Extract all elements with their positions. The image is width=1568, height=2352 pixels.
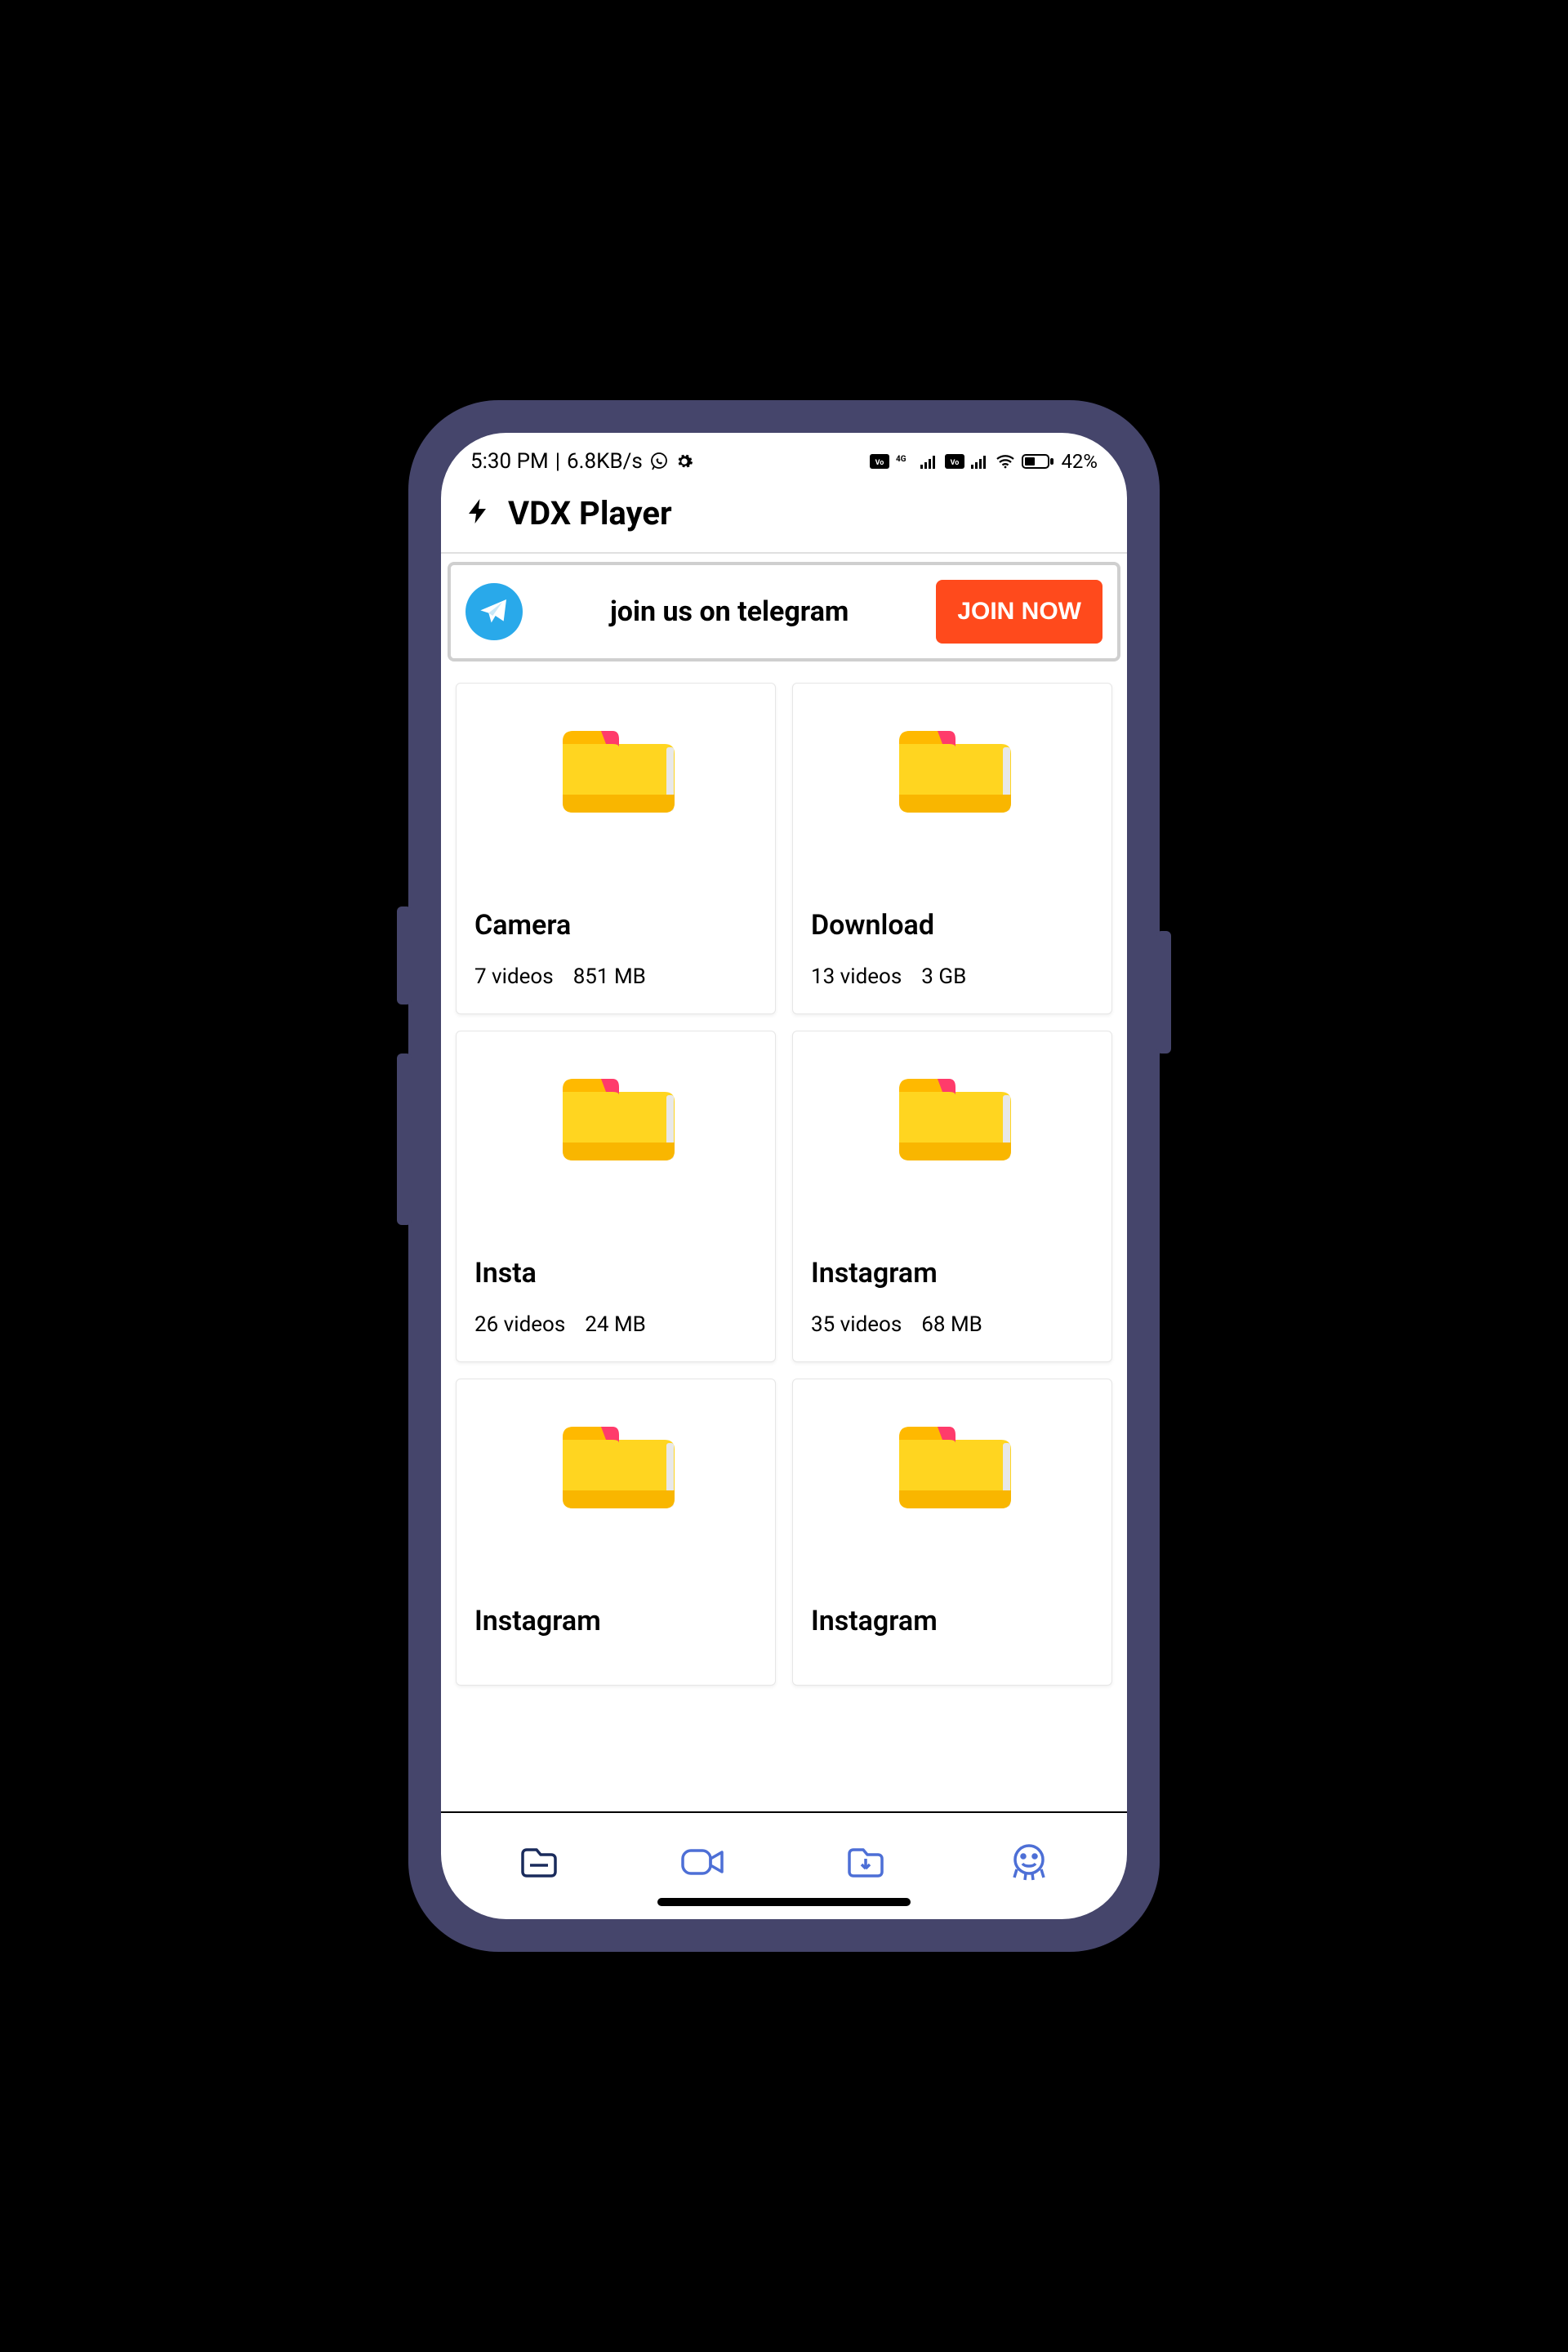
side-button [397, 906, 412, 1004]
nav-settings[interactable] [1004, 1838, 1054, 1886]
folder-video-count: 26 videos [474, 1312, 565, 1337]
battery-percent: 42% [1061, 450, 1098, 473]
wifi-icon [996, 454, 1015, 469]
folder-icon [811, 708, 1094, 909]
status-bar: 5:30 PM | 6.8KB/s Vo [441, 433, 1127, 479]
status-right: Vo 4G Vo 42 [870, 450, 1098, 473]
telegram-icon [466, 583, 523, 640]
folder-card-instagram[interactable]: Instagram 35 videos 68 MB [792, 1031, 1112, 1362]
volte-icon: Vo [945, 454, 964, 469]
status-net-speed: 6.8KB/s [567, 449, 643, 474]
phone-frame: 5:30 PM | 6.8KB/s Vo [408, 400, 1160, 1952]
screen: 5:30 PM | 6.8KB/s Vo [441, 433, 1127, 1919]
nav-videos[interactable] [678, 1838, 727, 1886]
folder-meta: 35 videos 68 MB [811, 1312, 1094, 1337]
whatsapp-icon [649, 452, 669, 471]
folder-name: Download [811, 909, 1094, 942]
side-button [397, 1054, 412, 1225]
folder-video-count: 35 videos [811, 1312, 902, 1337]
folder-card-instagram-3[interactable]: Instagram [792, 1379, 1112, 1686]
signal-icon [920, 454, 938, 469]
folder-name: Instagram [811, 1605, 1094, 1637]
volte-icon: Vo [870, 454, 889, 469]
folder-icon [474, 1056, 757, 1257]
folder-size: 851 MB [573, 964, 646, 989]
telegram-banner: join us on telegram JOIN NOW [448, 562, 1120, 662]
folder-icon [474, 1404, 757, 1605]
svg-text:Vo: Vo [875, 459, 884, 467]
join-now-button[interactable]: JOIN NOW [936, 580, 1102, 644]
folder-name: Instagram [811, 1257, 1094, 1290]
svg-text:4G: 4G [896, 455, 906, 464]
folder-grid: Camera 7 videos 851 MB [456, 683, 1112, 1686]
folder-video-count: 13 videos [811, 964, 902, 989]
folder-meta: 13 videos 3 GB [811, 964, 1094, 989]
svg-text:Vo: Vo [951, 459, 960, 467]
gear-icon [675, 452, 693, 470]
folder-size: 3 GB [921, 964, 966, 989]
folder-icon [474, 708, 757, 909]
battery-icon [1022, 453, 1054, 470]
folder-name: Insta [474, 1257, 757, 1290]
folder-meta: 7 videos 851 MB [474, 964, 757, 989]
folder-grid-container[interactable]: Camera 7 videos 851 MB [441, 662, 1127, 1811]
status-left: 5:30 PM | 6.8KB/s [470, 449, 693, 474]
app-bar: VDX Player [441, 479, 1127, 554]
folder-video-count: 7 videos [474, 964, 554, 989]
folder-size: 24 MB [585, 1312, 646, 1337]
nav-downloads[interactable] [841, 1838, 890, 1886]
folder-icon [811, 1404, 1094, 1605]
lightning-icon [464, 493, 493, 532]
folder-name: Camera [474, 909, 757, 942]
folder-icon [811, 1056, 1094, 1257]
folder-card-camera[interactable]: Camera 7 videos 851 MB [456, 683, 776, 1014]
folder-name: Instagram [474, 1605, 757, 1637]
nav-folders[interactable] [514, 1838, 564, 1886]
folder-card-instagram-2[interactable]: Instagram [456, 1379, 776, 1686]
network-4g-icon: 4G [896, 454, 914, 469]
folder-size: 68 MB [921, 1312, 982, 1337]
status-time: 5:30 PM [470, 449, 549, 474]
app-title: VDX Player [508, 494, 672, 532]
status-divider: | [555, 449, 560, 474]
folder-card-insta[interactable]: Insta 26 videos 24 MB [456, 1031, 776, 1362]
folder-meta: 26 videos 24 MB [474, 1312, 757, 1337]
signal-icon [971, 454, 989, 469]
home-indicator[interactable] [657, 1898, 911, 1906]
banner-container: join us on telegram JOIN NOW [441, 554, 1127, 662]
side-button [1156, 931, 1171, 1054]
folder-card-download[interactable]: Download 13 videos 3 GB [792, 683, 1112, 1014]
banner-text: join us on telegram [539, 595, 920, 628]
